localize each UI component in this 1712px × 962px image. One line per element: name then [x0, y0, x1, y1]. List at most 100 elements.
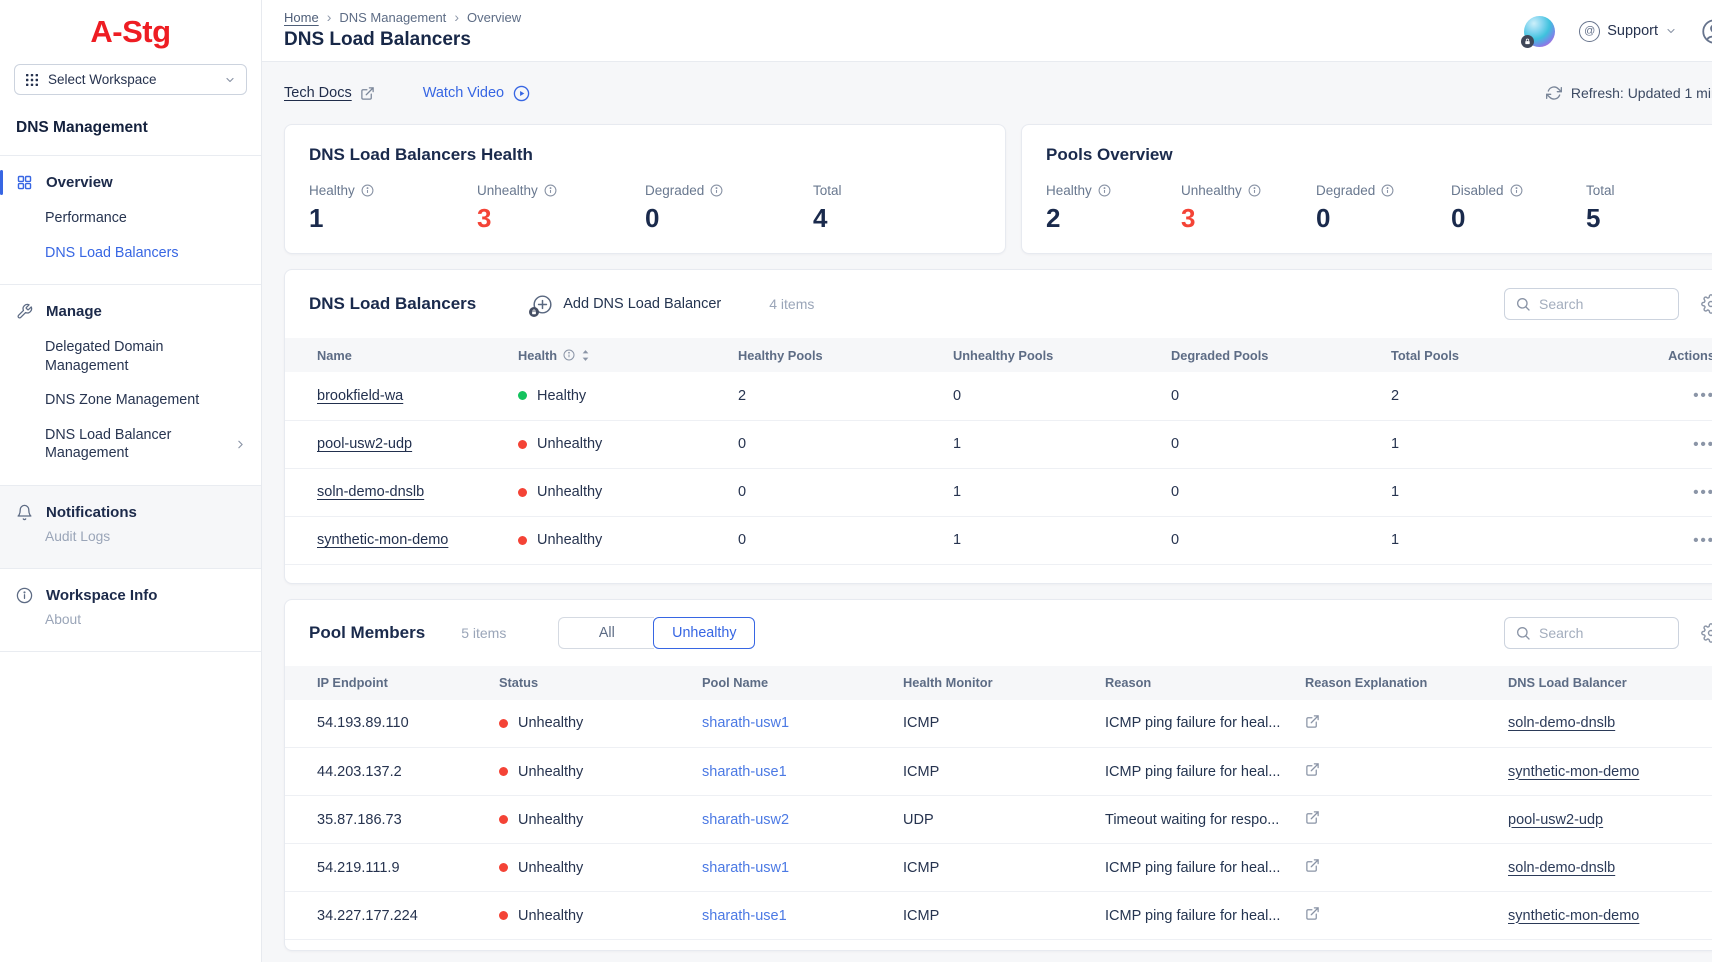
info-icon[interactable] [1381, 184, 1394, 197]
info-icon[interactable] [361, 184, 374, 197]
items-count: 4 items [769, 296, 814, 312]
info-icon[interactable] [544, 184, 557, 197]
table-settings-gear-icon[interactable] [1701, 294, 1712, 314]
sidebar-item-label: DNS Zone Management [45, 391, 199, 410]
row-actions-menu[interactable]: ••• [1693, 484, 1712, 501]
lb-search-input[interactable] [1539, 296, 1668, 312]
sidebar-item-about[interactable]: About [0, 610, 261, 637]
sidebar-item-dns-load-balancer-management[interactable]: DNS Load Balancer Management [45, 418, 247, 471]
pool-name-link[interactable]: sharath-usw1 [702, 715, 789, 731]
sidebar-item-dns-load-balancers[interactable]: DNS Load Balancers [45, 236, 247, 271]
summary-cards: DNS Load Balancers Health Healthy 1 Unhe… [284, 124, 1712, 254]
health-monitor-value: ICMP [903, 844, 1105, 892]
column-header-degraded-pools[interactable]: Degraded Pools [1171, 338, 1391, 372]
watch-video-link[interactable]: Watch Video [423, 85, 530, 102]
column-header-name[interactable]: Name [285, 338, 518, 372]
dns-lb-link[interactable]: soln-demo-dnslb [1508, 860, 1615, 876]
pool-name-link[interactable]: sharath-use1 [702, 908, 787, 924]
tab-all[interactable]: All [558, 617, 654, 649]
column-header-unhealthy-pools[interactable]: Unhealthy Pools [953, 338, 1171, 372]
table-settings-gear-icon[interactable] [1701, 623, 1712, 643]
column-header-health-monitor[interactable]: Health Monitor [903, 666, 1105, 700]
reason-explanation-external-link-icon[interactable] [1305, 762, 1320, 777]
sort-icon[interactable] [581, 349, 590, 362]
info-icon[interactable] [1510, 184, 1523, 197]
table-header-row: IP Endpoint Status Pool Name Health Moni… [285, 666, 1712, 700]
page-title: DNS Load Balancers [284, 29, 521, 51]
column-header-pool-name[interactable]: Pool Name [702, 666, 903, 700]
pool-name-link[interactable]: sharath-usw2 [702, 812, 789, 828]
row-actions-menu[interactable]: ••• [1693, 532, 1712, 549]
degraded-pools-value: 0 [1171, 420, 1391, 468]
breadcrumb-overview[interactable]: Overview [467, 10, 521, 25]
info-icon[interactable] [563, 349, 575, 361]
stat-degraded: Degraded 0 [645, 183, 813, 231]
column-header-reason[interactable]: Reason [1105, 666, 1305, 700]
sidebar-item-dns-zone-management[interactable]: DNS Zone Management [45, 383, 247, 418]
info-icon[interactable] [1248, 184, 1261, 197]
dns-lb-link[interactable]: synthetic-mon-demo [1508, 764, 1639, 780]
workspace-selector[interactable]: Select Workspace [14, 64, 247, 95]
sidebar-item-delegated-domain-management[interactable]: Delegated Domain Management [45, 330, 225, 383]
sidebar-item-workspace-info[interactable]: Workspace Info [0, 581, 261, 610]
info-icon[interactable] [710, 184, 723, 197]
chevron-right-icon [234, 438, 247, 451]
wrench-icon [16, 303, 33, 320]
row-actions-menu[interactable]: ••• [1693, 387, 1712, 404]
dns-lb-link[interactable]: synthetic-mon-demo [1508, 908, 1639, 924]
column-header-dns-load-balancer[interactable]: DNS Load Balancer [1508, 666, 1712, 700]
breadcrumb-dns-management[interactable]: DNS Management [339, 10, 446, 25]
reason-explanation-external-link-icon[interactable] [1305, 906, 1320, 921]
info-icon[interactable] [1098, 184, 1111, 197]
pool-name-link[interactable]: sharath-use1 [702, 764, 787, 780]
sidebar-item-manage[interactable]: Manage [0, 297, 261, 326]
breadcrumb-home[interactable]: Home [284, 10, 319, 25]
app-root: A-Stg Select Workspace DNS Management Ov… [0, 0, 1712, 962]
healthy-pools-value: 0 [738, 420, 953, 468]
sidebar-item-audit-logs[interactable]: Audit Logs [0, 527, 261, 554]
tech-docs-link[interactable]: Tech Docs [284, 85, 375, 101]
sidebar-item-notifications[interactable]: Notifications [0, 498, 261, 527]
lb-name-link[interactable]: synthetic-mon-demo [317, 532, 448, 548]
sidebar-item-performance[interactable]: Performance [45, 201, 247, 236]
external-link-icon [360, 86, 375, 101]
bell-icon [16, 504, 33, 521]
health-monitor-value: UDP [903, 796, 1105, 844]
column-header-label: Health [518, 348, 557, 363]
refresh-label: Refresh: Updated 1 min ago [1571, 85, 1712, 101]
column-header-reason-explanation[interactable]: Reason Explanation [1305, 666, 1508, 700]
table-row: 35.87.186.73 Unhealthy sharath-usw2 UDP … [285, 796, 1712, 844]
lb-name-link[interactable]: pool-usw2-udp [317, 436, 412, 452]
column-header-health[interactable]: Health [518, 338, 738, 372]
support-menu[interactable]: @ Support [1579, 21, 1677, 42]
items-count: 5 items [461, 625, 506, 641]
pool-name-link[interactable]: sharath-usw1 [702, 860, 789, 876]
degraded-pools-value: 0 [1171, 516, 1391, 564]
column-header-total-pools[interactable]: Total Pools [1391, 338, 1581, 372]
column-header-status[interactable]: Status [499, 666, 702, 700]
unhealthy-pools-value: 1 [953, 516, 1171, 564]
sidebar-item-label: Manage [46, 303, 102, 320]
total-pools-value: 1 [1391, 468, 1581, 516]
reason-explanation-external-link-icon[interactable] [1305, 714, 1320, 729]
tab-unhealthy[interactable]: Unhealthy [653, 617, 755, 649]
dns-lb-link[interactable]: soln-demo-dnslb [1508, 715, 1615, 731]
refresh-button[interactable]: Refresh: Updated 1 min ago [1546, 85, 1712, 101]
play-circle-icon [513, 85, 530, 102]
reason-explanation-external-link-icon[interactable] [1305, 810, 1320, 825]
members-search-input[interactable] [1539, 625, 1668, 641]
column-header-healthy-pools[interactable]: Healthy Pools [738, 338, 953, 372]
add-dns-load-balancer-button[interactable]: Add DNS Load Balancer [532, 294, 721, 315]
table-row: 44.203.137.2 Unhealthy sharath-use1 ICMP… [285, 748, 1712, 796]
reason-explanation-external-link-icon[interactable] [1305, 858, 1320, 873]
sidebar-item-overview[interactable]: Overview [0, 168, 261, 197]
column-header-ip-endpoint[interactable]: IP Endpoint [285, 666, 499, 700]
row-actions-menu[interactable]: ••• [1693, 436, 1712, 453]
dns-lb-link[interactable]: pool-usw2-udp [1508, 812, 1603, 828]
account-menu[interactable] [1701, 18, 1712, 45]
page-toolbar: Tech Docs Watch Video Refresh: Updated 1… [262, 62, 1712, 124]
lb-name-link[interactable]: soln-demo-dnslb [317, 484, 424, 500]
user-avatar[interactable] [1524, 16, 1555, 47]
table-row: 34.227.177.224 Unhealthy sharath-use1 IC… [285, 892, 1712, 940]
lb-name-link[interactable]: brookfield-wa [317, 388, 403, 404]
